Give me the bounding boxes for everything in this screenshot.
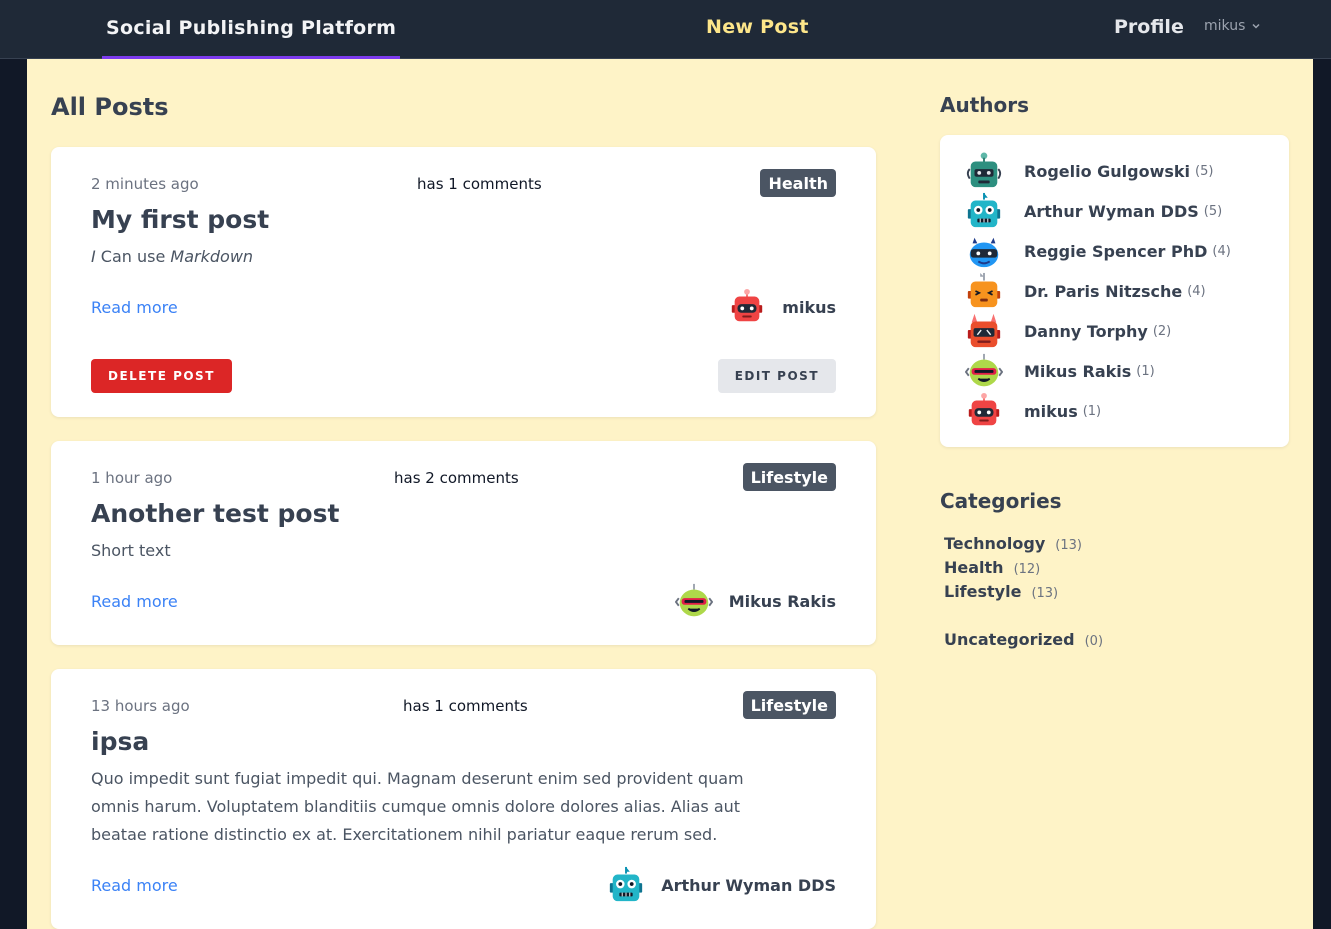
post-author[interactable]: Mikus Rakis	[675, 582, 836, 620]
top-navbar: Social Publishing Platform New Post Prof…	[0, 0, 1331, 59]
post-category-badge[interactable]: Lifestyle	[742, 463, 836, 491]
lime-robot-avatar-icon	[675, 582, 713, 620]
author-post-count: (5)	[1203, 203, 1223, 219]
new-post-link[interactable]: New Post	[706, 16, 809, 38]
category-name: Health	[944, 558, 1004, 577]
post-card: 13 hours ago has 1 comments Lifestyle ip…	[51, 669, 876, 929]
authors-heading: Authors	[940, 93, 1030, 117]
post-author-name: Arthur Wyman DDS	[661, 875, 836, 895]
author-item[interactable]: Reggie Spencer PhD (4)	[965, 231, 1231, 271]
excerpt-line: beatae ratione distinctio ex at. Exercit…	[91, 825, 718, 844]
authors-list: Rogelio Gulgowski (5) Arthur Wyman DDS (…	[940, 135, 1289, 447]
author-name: Rogelio Gulgowski	[1024, 161, 1191, 181]
post-comments-count: has 1 comments	[417, 175, 542, 193]
post-excerpt: Quo impedit sunt fugiat impedit qui. Mag…	[91, 765, 744, 849]
author-name: Reggie Spencer PhD	[1024, 241, 1208, 261]
category-count: (13)	[1055, 538, 1082, 553]
post-category-badge[interactable]: Health	[760, 169, 836, 197]
blue-robot-avatar-icon	[965, 232, 1003, 270]
author-post-count: (1)	[1082, 403, 1102, 419]
read-more-link[interactable]: Read more	[91, 592, 178, 611]
post-title[interactable]: ipsa	[91, 727, 149, 756]
post-category-badge[interactable]: Lifestyle	[742, 691, 836, 719]
chevron-down-icon	[1252, 23, 1260, 29]
red-robot-avatar-icon	[728, 288, 766, 326]
author-item[interactable]: Rogelio Gulgowski (5)	[965, 151, 1213, 191]
excerpt-text: Can use	[95, 247, 171, 266]
author-item[interactable]: Mikus Rakis (1)	[965, 351, 1155, 391]
category-name: Technology	[944, 534, 1046, 553]
post-card: 1 hour ago has 2 comments Lifestyle Anot…	[51, 441, 876, 645]
category-count: (0)	[1084, 634, 1104, 649]
delete-post-button[interactable]: DELETE POST	[91, 359, 232, 393]
author-post-count: (4)	[1212, 243, 1231, 259]
post-comments-count: has 1 comments	[403, 697, 528, 715]
author-name: Mikus Rakis	[1024, 361, 1132, 381]
profile-link[interactable]: Profile	[1114, 16, 1184, 38]
red-robot-avatar-icon	[965, 392, 1003, 430]
lime-robot-avatar-icon	[965, 352, 1003, 390]
author-post-count: (4)	[1187, 283, 1206, 299]
author-item[interactable]: Arthur Wyman DDS (5)	[965, 191, 1222, 231]
category-item[interactable]: Lifestyle (13)	[944, 582, 1058, 601]
categories-heading: Categories	[940, 489, 1062, 513]
excerpt-line: omnis harum. Voluptatem blanditiis cumqu…	[91, 797, 741, 816]
orange-robot-avatar-icon	[965, 272, 1003, 310]
author-post-count: (1)	[1136, 363, 1155, 379]
category-name: Uncategorized	[944, 630, 1075, 649]
post-time: 2 minutes ago	[91, 175, 199, 193]
user-menu[interactable]: mikus	[1204, 18, 1261, 34]
post-author[interactable]: Arthur Wyman DDS	[607, 866, 836, 904]
author-name: Danny Torphy	[1024, 321, 1148, 341]
teal-robot-avatar-icon	[965, 192, 1003, 230]
post-title[interactable]: My first post	[91, 205, 269, 234]
category-count: (12)	[1013, 562, 1041, 577]
category-item[interactable]: Uncategorized (0)	[944, 630, 1103, 649]
user-menu-name: mikus	[1204, 18, 1246, 34]
read-more-link[interactable]: Read more	[91, 876, 178, 895]
post-comments-count: has 2 comments	[394, 469, 519, 487]
brand-link[interactable]: Social Publishing Platform	[102, 0, 401, 59]
page-title: All Posts	[51, 93, 169, 121]
author-item[interactable]: Danny Torphy (2)	[965, 311, 1171, 351]
category-name: Lifestyle	[944, 582, 1022, 601]
author-post-count: (5)	[1195, 163, 1214, 179]
author-item[interactable]: mikus (1)	[965, 391, 1101, 431]
category-count: (13)	[1031, 586, 1059, 601]
excerpt-line: Quo impedit sunt fugiat impedit qui. Mag…	[91, 769, 744, 788]
teal-robot-avatar-icon	[607, 866, 645, 904]
category-item[interactable]: Technology (13)	[944, 534, 1082, 553]
excerpt-italic: Markdown	[170, 247, 254, 266]
post-excerpt: Short text	[91, 541, 171, 560]
post-author[interactable]: mikus	[728, 288, 836, 326]
post-title[interactable]: Another test post	[91, 499, 339, 528]
red-orange-robot-avatar-icon	[965, 312, 1003, 350]
author-name: mikus	[1024, 401, 1078, 421]
post-author-name: Mikus Rakis	[728, 591, 836, 611]
category-item[interactable]: Health (12)	[944, 558, 1040, 577]
author-item[interactable]: Dr. Paris Nitzsche (4)	[965, 271, 1206, 311]
read-more-link[interactable]: Read more	[91, 298, 178, 317]
post-excerpt: I Can use Markdown	[91, 243, 253, 271]
post-time: 13 hours ago	[91, 697, 190, 715]
post-time: 1 hour ago	[91, 469, 173, 487]
post-author-name: mikus	[782, 297, 836, 317]
post-card: 2 minutes ago has 1 comments Health My f…	[51, 147, 876, 417]
green-robot-avatar-icon	[965, 152, 1003, 190]
author-name: Dr. Paris Nitzsche	[1024, 281, 1183, 301]
author-post-count: (2)	[1152, 323, 1172, 339]
edit-post-button[interactable]: EDIT POST	[717, 359, 836, 393]
author-name: Arthur Wyman DDS	[1024, 201, 1199, 221]
